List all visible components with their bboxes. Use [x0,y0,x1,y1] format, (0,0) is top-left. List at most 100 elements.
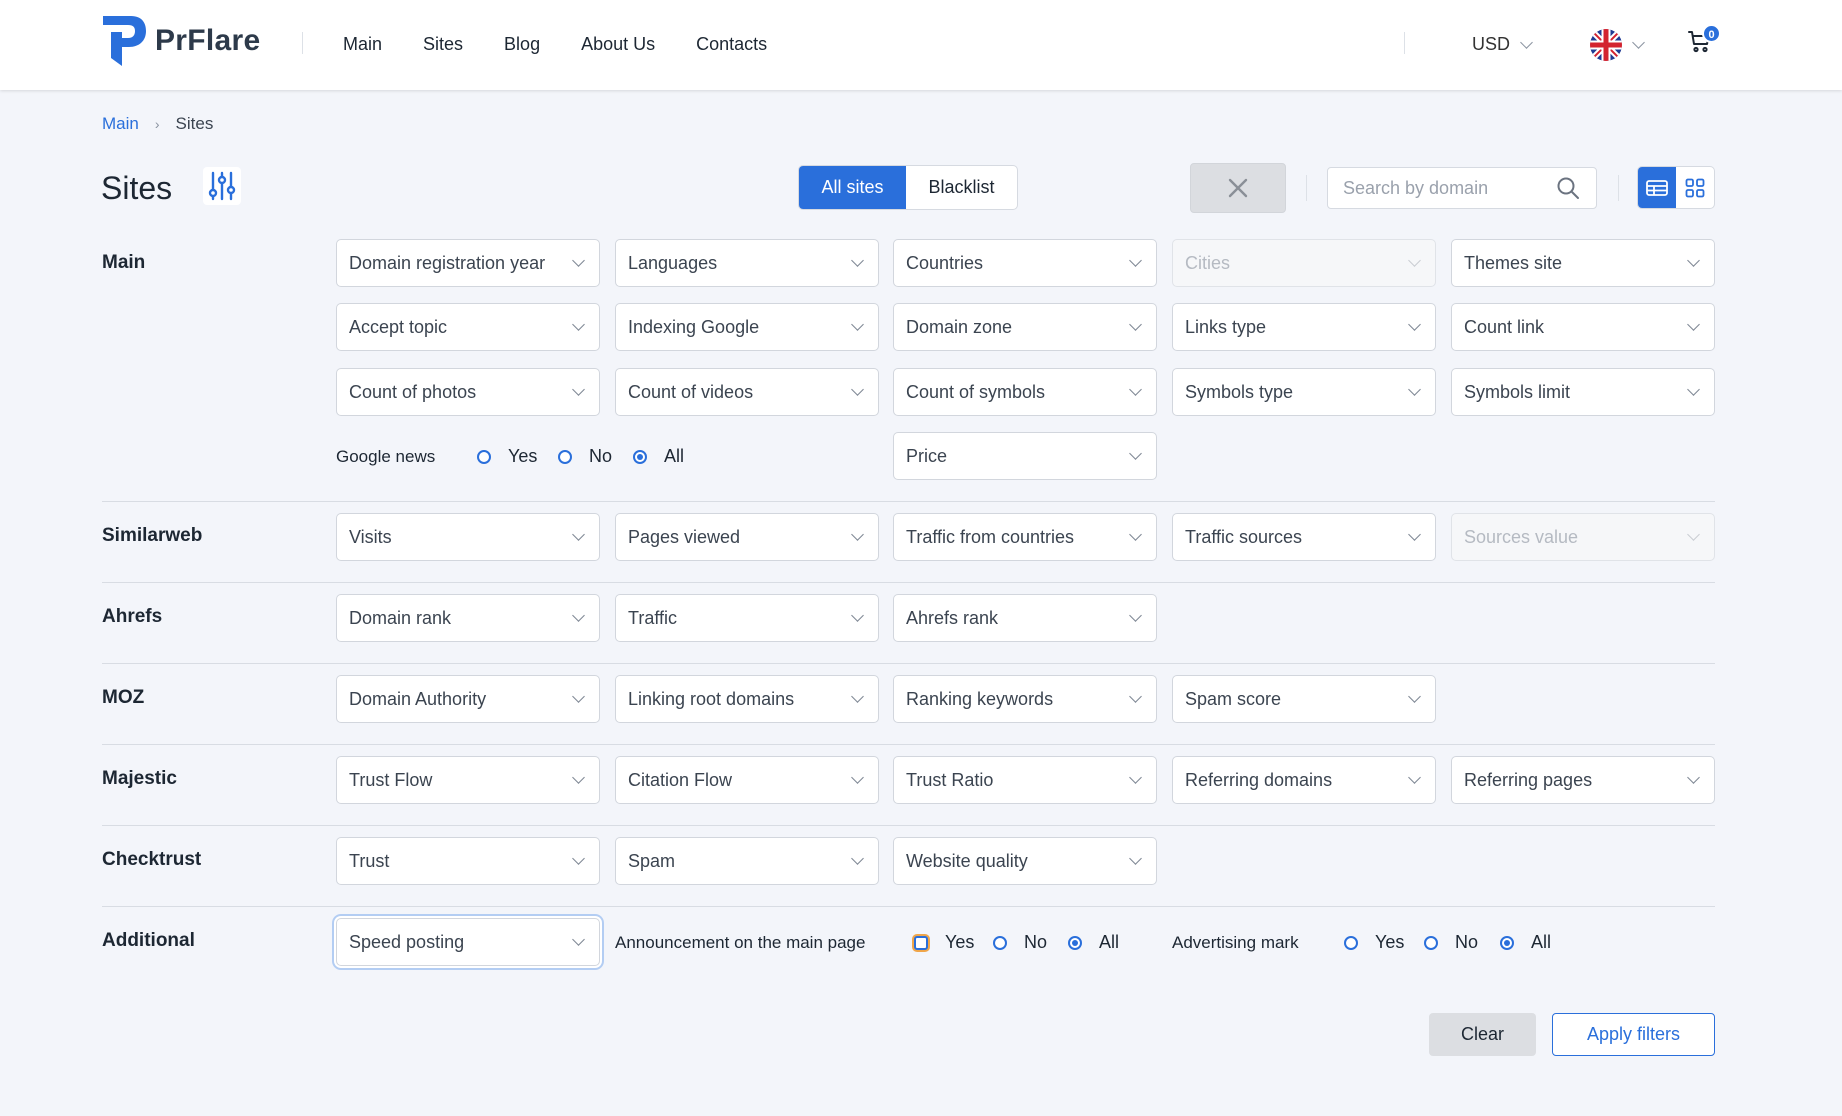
tab-all-sites[interactable]: All sites [799,166,906,209]
google-news-all[interactable]: All [633,446,684,467]
filter-label: Themes site [1464,252,1563,273]
chevron-down-icon [1408,528,1421,541]
filter-countries[interactable]: Countries [893,239,1157,287]
chevron-down-icon [1129,609,1142,622]
breadcrumb-home[interactable]: Main [102,114,139,134]
filter-website-quality[interactable]: Website quality [893,837,1157,885]
chevron-down-icon [1129,254,1142,267]
filter-linking-root-domains[interactable]: Linking root domains [615,675,879,723]
filter-domain-authority[interactable]: Domain Authority [336,675,600,723]
nav-main[interactable]: Main [343,34,382,55]
filter-label: Trust Flow [349,769,433,790]
chevron-down-icon [572,852,585,865]
breadcrumb-current: Sites [175,114,214,133]
tab-blacklist[interactable]: Blacklist [906,166,1017,209]
currency-select[interactable]: USD [1472,34,1533,55]
nav-about-us[interactable]: About Us [581,34,655,55]
filter-speed-posting[interactable]: Speed posting [336,918,600,966]
section-label-similarweb: Similarweb [102,525,203,546]
radio-icon [993,935,1007,950]
advertising-all[interactable]: All [1500,932,1551,953]
filter-count-of-photos[interactable]: Count of photos [336,368,600,416]
reset-search-button[interactable] [1190,163,1286,213]
grid-view-button[interactable] [1676,167,1714,208]
filter-settings-button[interactable] [203,167,241,205]
filter-referring-domains[interactable]: Referring domains [1172,756,1436,804]
logo[interactable]: PrFlare [101,14,261,68]
announcement-all[interactable]: All [1068,932,1119,953]
filter-symbols-limit[interactable]: Symbols limit [1451,368,1715,416]
search-input[interactable] [1327,167,1597,209]
clear-button[interactable]: Clear [1429,1013,1536,1056]
filter-accept-topic[interactable]: Accept topic [336,303,600,351]
advertising-mark-label: Advertising mark [1172,933,1299,952]
filter-label: Trust [349,850,390,871]
page-title: Sites [101,170,173,206]
filter-links-type[interactable]: Links type [1172,303,1436,351]
announcement-no[interactable]: No [993,932,1047,953]
filter-indexing-google[interactable]: Indexing Google [615,303,879,351]
filter-themes-site[interactable]: Themes site [1451,239,1715,287]
filter-count-of-symbols[interactable]: Count of symbols [893,368,1157,416]
filter-languages[interactable]: Languages [615,239,879,287]
filter-label: Price [906,445,948,466]
nav-contacts[interactable]: Contacts [696,34,767,55]
table-view-button[interactable] [1638,167,1676,208]
chevron-down-icon [572,609,585,622]
nav-blog[interactable]: Blog [504,34,540,55]
filter-spam-score[interactable]: Spam score [1172,675,1436,723]
filter-spam[interactable]: Spam [615,837,879,885]
filter-domain-rank[interactable]: Domain rank [336,594,600,642]
filter-symbols-type[interactable]: Symbols type [1172,368,1436,416]
chevron-down-icon [572,933,585,946]
radio-label: No [1024,932,1048,952]
filter-trust-ratio[interactable]: Trust Ratio [893,756,1157,804]
filter-label: Domain registration year [349,252,546,273]
chevron-down-icon [851,254,864,267]
chevron-down-icon [1408,771,1421,784]
header-divider-right [1404,32,1405,54]
chevron-down-icon [572,690,585,703]
filter-trust[interactable]: Trust [336,837,600,885]
google-news-yes[interactable]: Yes [477,446,537,467]
filter-visits[interactable]: Visits [336,513,600,561]
filter-label: Sources value [1464,526,1579,547]
chevron-down-icon [1129,383,1142,396]
chevron-right-icon: › [154,116,160,132]
chevron-down-icon [1632,36,1645,49]
radio-icon [477,449,491,464]
filter-traffic-from-countries[interactable]: Traffic from countries [893,513,1157,561]
filter-sources-value: Sources value [1451,513,1715,561]
filter-label: Count of symbols [906,381,1046,402]
chevron-down-icon [1129,447,1142,460]
radio-icon [1344,935,1358,950]
filter-domain-registration-year[interactable]: Domain registration year [336,239,600,287]
nav-sites[interactable]: Sites [423,34,463,55]
filter-label: Domain Authority [349,688,487,709]
filter-traffic[interactable]: Traffic [615,594,879,642]
chevron-down-icon [1408,254,1421,267]
apply-filters-button[interactable]: Apply filters [1552,1013,1715,1056]
filter-pages-viewed[interactable]: Pages viewed [615,513,879,561]
advertising-yes[interactable]: Yes [1344,932,1404,953]
filter-label: Referring pages [1464,769,1593,790]
advertising-no[interactable]: No [1424,932,1478,953]
filter-count-link[interactable]: Count link [1451,303,1715,351]
filter-label: Domain rank [349,607,452,628]
chevron-down-icon [1129,528,1142,541]
section-divider [102,825,1715,826]
filter-referring-pages[interactable]: Referring pages [1451,756,1715,804]
filter-price[interactable]: Price [893,432,1157,480]
filter-citation-flow[interactable]: Citation Flow [615,756,879,804]
filter-domain-zone[interactable]: Domain zone [893,303,1157,351]
filter-ranking-keywords[interactable]: Ranking keywords [893,675,1157,723]
filter-trust-flow[interactable]: Trust Flow [336,756,600,804]
filter-ahrefs-rank[interactable]: Ahrefs rank [893,594,1157,642]
announcement-label: Announcement on the main page [615,933,866,952]
chevron-down-icon [1687,318,1700,331]
language-select[interactable] [1590,29,1645,61]
announcement-yes[interactable]: Yes [914,932,974,953]
google-news-no[interactable]: No [558,446,612,467]
filter-count-of-videos[interactable]: Count of videos [615,368,879,416]
filter-traffic-sources[interactable]: Traffic sources [1172,513,1436,561]
